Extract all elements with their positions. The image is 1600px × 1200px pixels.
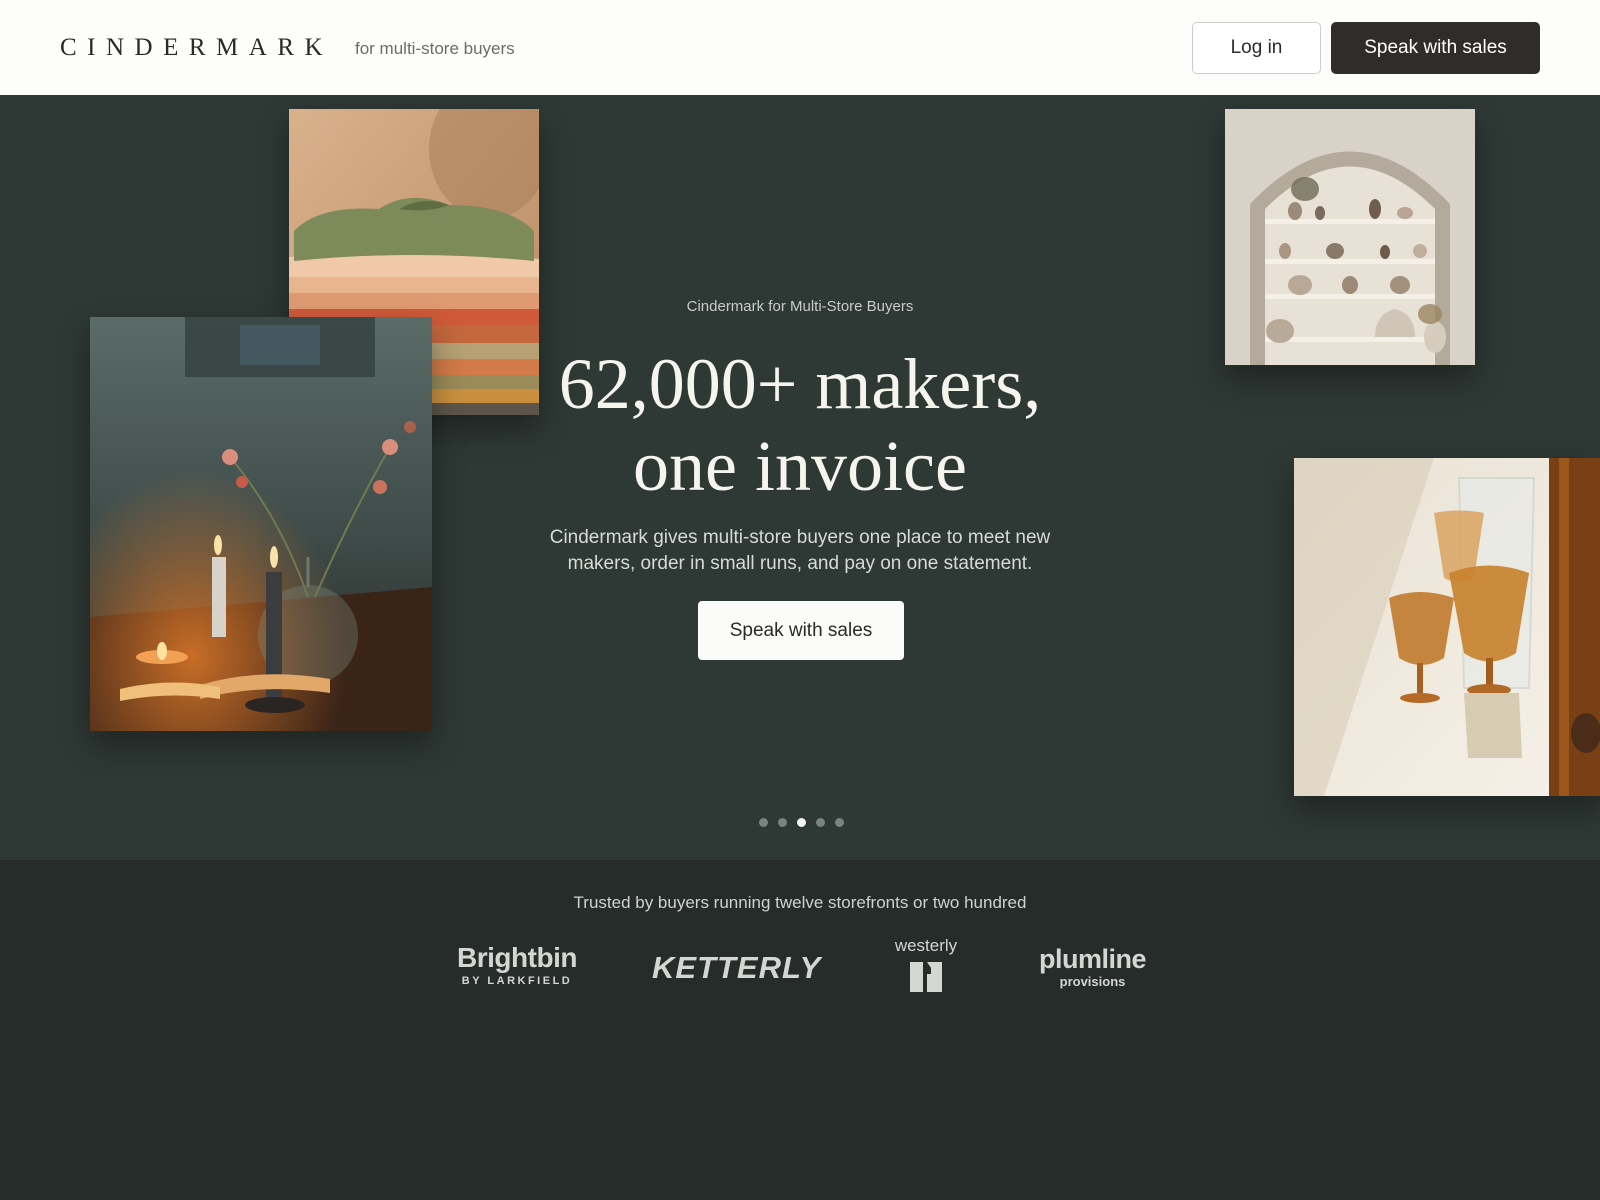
hero-headline-line-1: 62,000+ makers,: [558, 344, 1042, 424]
amber-glassware-photo: [1294, 458, 1600, 796]
speak-with-sales-header-button[interactable]: Speak with sales: [1331, 22, 1540, 74]
carousel-pagination: [759, 818, 844, 827]
plumline-logo-wordmark: plumline: [1038, 944, 1147, 974]
brand-logo[interactable]: CINDERMARK: [60, 34, 333, 62]
carousel-dot[interactable]: [835, 818, 844, 827]
hero-headline: 62,000+ makers, one invoice: [0, 343, 1600, 507]
hero-section: Cindermark for Multi-Store Buyers 62,000…: [0, 95, 1600, 860]
carousel-dot[interactable]: [759, 818, 768, 827]
hero-eyebrow: Cindermark for Multi-Store Buyers: [686, 298, 914, 315]
brightbin-logo-wordmark: Brightbin: [457, 942, 577, 973]
trusted-by-caption: Trusted by buyers running twelve storefr…: [573, 893, 1027, 912]
plumline-logo: plumline provisions: [1035, 945, 1150, 989]
ketterly-logo: KETTERLY: [652, 950, 822, 985]
hero-headline-line-2: one invoice: [633, 426, 967, 506]
speak-with-sales-hero-button[interactable]: Speak with sales: [698, 601, 904, 660]
brand-tagline: for multi-store buyers: [355, 39, 515, 58]
log-in-button[interactable]: Log in: [1192, 22, 1321, 74]
westerly-mark-icon: [910, 962, 942, 992]
carousel-dot[interactable]: [816, 818, 825, 827]
brightbin-logo-subline: BY LARKFIELD: [461, 975, 573, 987]
carousel-dot[interactable]: [778, 818, 787, 827]
carousel-dot[interactable]: [797, 818, 806, 827]
brightbin-logo: Brightbin BY LARKFIELD: [452, 942, 582, 988]
westerly-logo: westerly: [890, 936, 962, 992]
plumline-logo-subline: provisions: [1059, 974, 1126, 989]
hero-subcopy: Cindermark gives multi-store buyers one …: [549, 527, 1051, 574]
westerly-logo-wordmark: westerly: [894, 936, 958, 955]
ceramics-niche-photo: [1225, 109, 1475, 365]
site-header: CINDERMARK for multi-store buyers Log in…: [0, 0, 1600, 95]
